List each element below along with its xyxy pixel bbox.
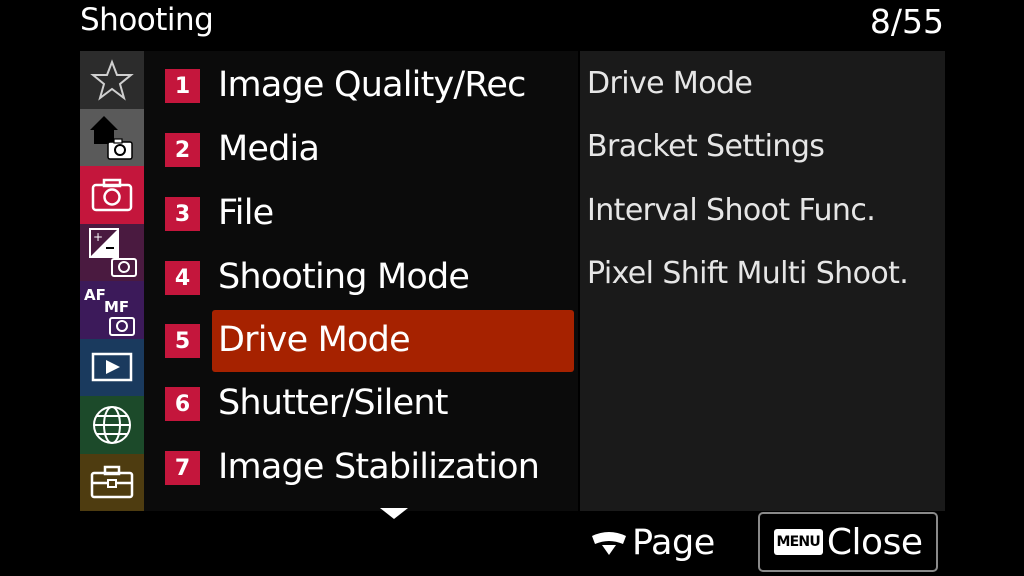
tab-setup[interactable] <box>80 453 144 511</box>
menu-item-label: Media <box>218 129 320 169</box>
menu-panel: + AF MF 1 Image Quality/Rec 2 Media 3 Fi… <box>80 51 945 511</box>
submenu-item[interactable]: Pixel Shift Multi Shoot. <box>587 256 909 291</box>
tab-exposure-color[interactable]: + <box>80 223 144 281</box>
menu-item-5-selected[interactable]: 5 Drive Mode <box>144 308 578 372</box>
tab-main[interactable] <box>80 108 144 166</box>
menu-number-badge: 3 <box>165 197 200 231</box>
menu-item-label: Shutter/Silent <box>218 383 448 423</box>
svg-text:+: + <box>93 230 103 244</box>
menu-number-badge: 7 <box>165 451 200 485</box>
page-hint[interactable]: Page <box>590 520 715 566</box>
submenu-item[interactable]: Drive Mode <box>587 66 753 101</box>
tab-network[interactable] <box>80 396 144 454</box>
menu-item-label: File <box>218 193 274 233</box>
star-icon <box>90 58 134 101</box>
scroll-down-arrow-icon[interactable] <box>380 508 408 519</box>
menu-number-badge: 6 <box>165 387 200 421</box>
af-mf-camera-icon: AF MF <box>84 286 135 336</box>
menu-number-badge: 2 <box>165 133 200 167</box>
page-counter: 8/55 <box>869 2 944 41</box>
toolbox-icon <box>90 466 134 499</box>
tab-playback[interactable] <box>80 338 144 396</box>
tab-focus[interactable]: AF MF <box>80 281 144 339</box>
menu-item-2[interactable]: 2 Media <box>144 117 578 181</box>
menu-list: 1 Image Quality/Rec 2 Media 3 File 4 Sho… <box>144 51 578 511</box>
tab-shooting[interactable] <box>80 166 144 224</box>
category-sidebar: + AF MF <box>80 51 144 511</box>
menu-number-badge: 1 <box>165 69 200 103</box>
menu-item-label: Drive Mode <box>218 320 411 360</box>
menu-item-4[interactable]: 4 Shooting Mode <box>144 245 578 309</box>
home-camera-icon <box>90 116 133 160</box>
submenu-item[interactable]: Interval Shoot Func. <box>587 193 876 228</box>
menu-number-badge: 5 <box>165 324 200 358</box>
menu-item-7[interactable]: 7 Image Stabilization <box>144 435 578 499</box>
close-button[interactable]: MENU Close <box>758 512 938 572</box>
close-label: Close <box>826 521 923 563</box>
menu-item-3[interactable]: 3 File <box>144 181 578 245</box>
submenu-item[interactable]: Bracket Settings <box>587 129 825 164</box>
menu-item-label: Image Quality/Rec <box>218 65 526 105</box>
header-title: Shooting <box>80 2 214 38</box>
menu-item-label: Shooting Mode <box>218 257 470 297</box>
menu-number-badge: 4 <box>165 261 200 295</box>
globe-icon <box>93 405 131 444</box>
menu-item-label: Image Stabilization <box>218 447 540 487</box>
menu-item-1[interactable]: 1 Image Quality/Rec <box>144 53 578 117</box>
menu-item-6[interactable]: 6 Shutter/Silent <box>144 371 578 435</box>
tab-my-menu[interactable] <box>80 51 144 109</box>
camera-icon <box>91 178 133 211</box>
exposure-camera-icon: + <box>89 228 137 278</box>
af-label: AF <box>84 286 106 304</box>
submenu-list: Drive Mode Bracket Settings Interval Sho… <box>580 51 945 511</box>
mf-label: MF <box>104 298 129 316</box>
menu-button-icon: MENU <box>773 529 823 555</box>
page-label: Page <box>632 523 715 563</box>
page-dial-icon <box>592 532 626 555</box>
playback-icon <box>91 353 133 382</box>
